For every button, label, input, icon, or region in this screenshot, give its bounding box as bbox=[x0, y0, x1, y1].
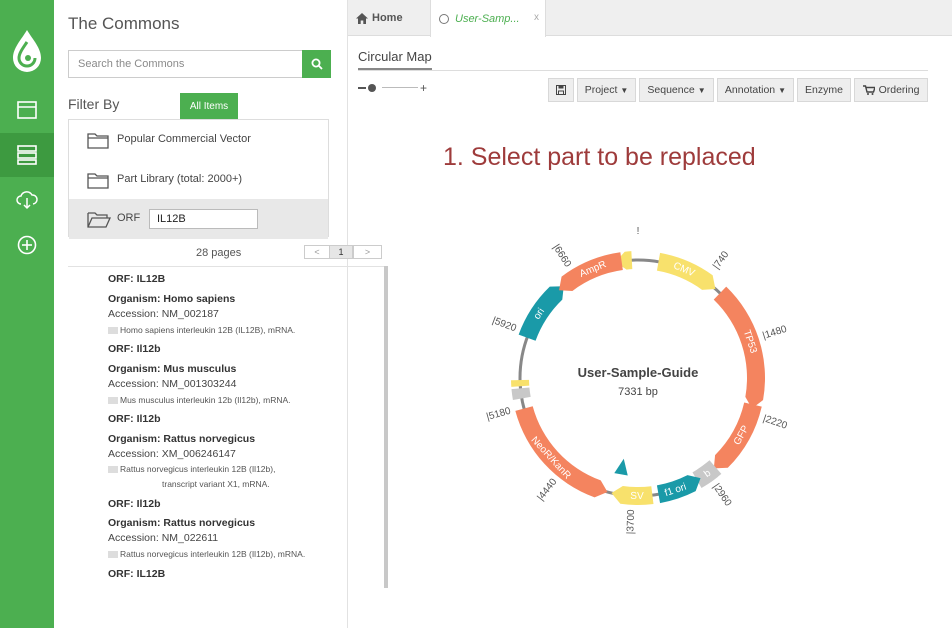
result-orf[interactable]: ORF: Il12b bbox=[108, 343, 161, 355]
filter-label: Filter By bbox=[68, 96, 120, 112]
tab-doc-label: User-Samp... bbox=[455, 12, 520, 25]
result-description: Rattus norvegicus interleukin 12B (Il12b… bbox=[108, 549, 305, 559]
feature-segment[interactable] bbox=[511, 379, 530, 387]
database-icon[interactable] bbox=[0, 133, 54, 177]
result-orf[interactable]: ORF: Il12b bbox=[108, 413, 161, 425]
tick-label: |3700 bbox=[625, 509, 637, 535]
result-organism: Organism: Rattus norvegicus bbox=[108, 433, 256, 445]
result-description-cont: transcript variant X1, mRNA. bbox=[162, 479, 270, 489]
zoom-slider[interactable]: + bbox=[358, 81, 433, 95]
zoom-track bbox=[382, 87, 418, 88]
prev-page-button[interactable]: < bbox=[304, 245, 330, 259]
filter-all-items-button[interactable]: All Items bbox=[180, 93, 238, 119]
logo-icon bbox=[9, 28, 45, 76]
panel-title: The Commons bbox=[68, 14, 180, 33]
result-accession: Accession: NM_002187 bbox=[108, 308, 219, 320]
result-orf[interactable]: ORF: IL12B bbox=[108, 568, 165, 580]
tab-bar: Home User-Samp... x bbox=[348, 0, 952, 37]
feature-label: NeoR/KanR bbox=[529, 435, 573, 482]
zoom-out-icon[interactable] bbox=[358, 87, 366, 89]
zoom-in-icon[interactable]: + bbox=[420, 81, 427, 95]
commons-panel: The Commons Filter By All Items Popular … bbox=[54, 0, 388, 628]
tab-user-sample[interactable]: User-Samp... x bbox=[430, 0, 546, 37]
project-menu-button[interactable]: Project ▼ bbox=[577, 78, 636, 102]
zoom-handle[interactable] bbox=[368, 84, 376, 92]
divider bbox=[358, 70, 928, 71]
feature-label: SV bbox=[630, 491, 644, 502]
folder-icon bbox=[87, 173, 109, 189]
tick-label: |5180 bbox=[485, 406, 512, 423]
enzyme-button[interactable]: Enzyme bbox=[797, 78, 851, 102]
tab-home-label: Home bbox=[372, 12, 403, 24]
tree-item-label: Popular Commercial Vector bbox=[117, 133, 251, 145]
plasmid-length: 7331 bp bbox=[618, 386, 658, 398]
page-count: 28 pages bbox=[196, 247, 242, 259]
browser-icon[interactable] bbox=[0, 88, 54, 132]
result-accession: Accession: XM_006246147 bbox=[108, 448, 236, 460]
chevron-down-icon: ▼ bbox=[778, 85, 787, 95]
tree-item-orf[interactable]: ORF bbox=[69, 199, 328, 239]
section-title: Circular Map bbox=[358, 49, 432, 70]
tick-label: |2220 bbox=[761, 413, 788, 432]
plasmid-map[interactable]: CMVTP53GFPf1 oriSVNeoR/KanRoriAmpRb User… bbox=[348, 200, 948, 620]
chevron-down-icon: ▼ bbox=[697, 85, 706, 95]
ordering-button[interactable]: Ordering bbox=[854, 78, 928, 102]
close-tab-button[interactable]: x bbox=[534, 12, 539, 23]
loading-icon bbox=[439, 13, 449, 24]
result-organism: Organism: Homo sapiens bbox=[108, 293, 236, 305]
result-accession: Accession: NM_022611 bbox=[108, 532, 219, 544]
plasmid-name: User-Sample-Guide bbox=[578, 365, 699, 380]
home-icon bbox=[356, 12, 368, 24]
tick-label: |5920 bbox=[491, 315, 519, 334]
icon-rail bbox=[0, 0, 54, 628]
tick-label: |2960 bbox=[710, 482, 733, 509]
tag-icon bbox=[108, 327, 118, 335]
tree-item-label: ORF bbox=[117, 212, 141, 224]
annotation-menu-button[interactable]: Annotation ▼ bbox=[717, 78, 794, 102]
result-organism: Organism: Mus musculus bbox=[108, 363, 237, 375]
tick-label: |1480 bbox=[761, 324, 788, 342]
tag-icon bbox=[108, 397, 118, 405]
tag-icon bbox=[108, 466, 118, 474]
tag-icon bbox=[108, 551, 118, 559]
save-icon bbox=[556, 85, 566, 95]
add-circle-icon[interactable] bbox=[0, 223, 54, 267]
orf-filter-input[interactable] bbox=[149, 209, 258, 229]
tick-label: |6660 bbox=[550, 242, 573, 269]
tree-item-popular-vector[interactable]: Popular Commercial Vector bbox=[69, 120, 328, 160]
result-orf[interactable]: ORF: Il12b bbox=[108, 498, 161, 510]
result-orf[interactable]: ORF: IL12B bbox=[108, 273, 165, 285]
result-description: Homo sapiens interleukin 12B (IL12B), mR… bbox=[108, 325, 295, 335]
pagination: 28 pages < 1 > bbox=[68, 244, 382, 262]
tick-label: |4440 bbox=[535, 476, 559, 503]
tick-label: ! bbox=[637, 226, 640, 237]
folder-open-icon bbox=[87, 212, 111, 228]
tree-item-part-library[interactable]: Part Library (total: 2000+) bbox=[69, 160, 328, 200]
sequence-menu-button[interactable]: Sequence ▼ bbox=[639, 78, 714, 102]
results-list: ORF: IL12B Organism: Homo sapiens Access… bbox=[68, 268, 330, 588]
tab-home[interactable]: Home bbox=[348, 0, 430, 36]
search-button[interactable] bbox=[302, 50, 331, 78]
feature-neor-kanr[interactable] bbox=[515, 406, 608, 498]
save-button[interactable] bbox=[548, 78, 574, 102]
result-organism: Organism: Rattus norvegicus bbox=[108, 517, 256, 529]
app-window: The Commons Filter By All Items Popular … bbox=[0, 0, 952, 628]
feature-segment[interactable] bbox=[511, 387, 531, 401]
chevron-down-icon: ▼ bbox=[620, 85, 629, 95]
tree-item-label: Part Library (total: 2000+) bbox=[117, 173, 243, 185]
divider bbox=[68, 266, 388, 267]
search-icon bbox=[311, 58, 323, 70]
result-accession: Accession: NM_001303244 bbox=[108, 378, 237, 390]
folder-icon bbox=[87, 133, 109, 149]
primer-marker[interactable] bbox=[614, 458, 628, 476]
result-description: Mus musculus interleukin 12b (Il12b), mR… bbox=[108, 395, 291, 405]
result-description: Rattus norvegicus interleukin 12B (Il12b… bbox=[108, 464, 275, 474]
search-input[interactable] bbox=[68, 50, 302, 78]
tick-label: |740 bbox=[711, 249, 732, 271]
instruction-headline: 1. Select part to be replaced bbox=[443, 143, 756, 171]
category-tree: Popular Commercial Vector Part Library (… bbox=[68, 119, 329, 239]
cart-icon bbox=[862, 85, 875, 95]
cloud-download-icon[interactable] bbox=[0, 178, 54, 222]
